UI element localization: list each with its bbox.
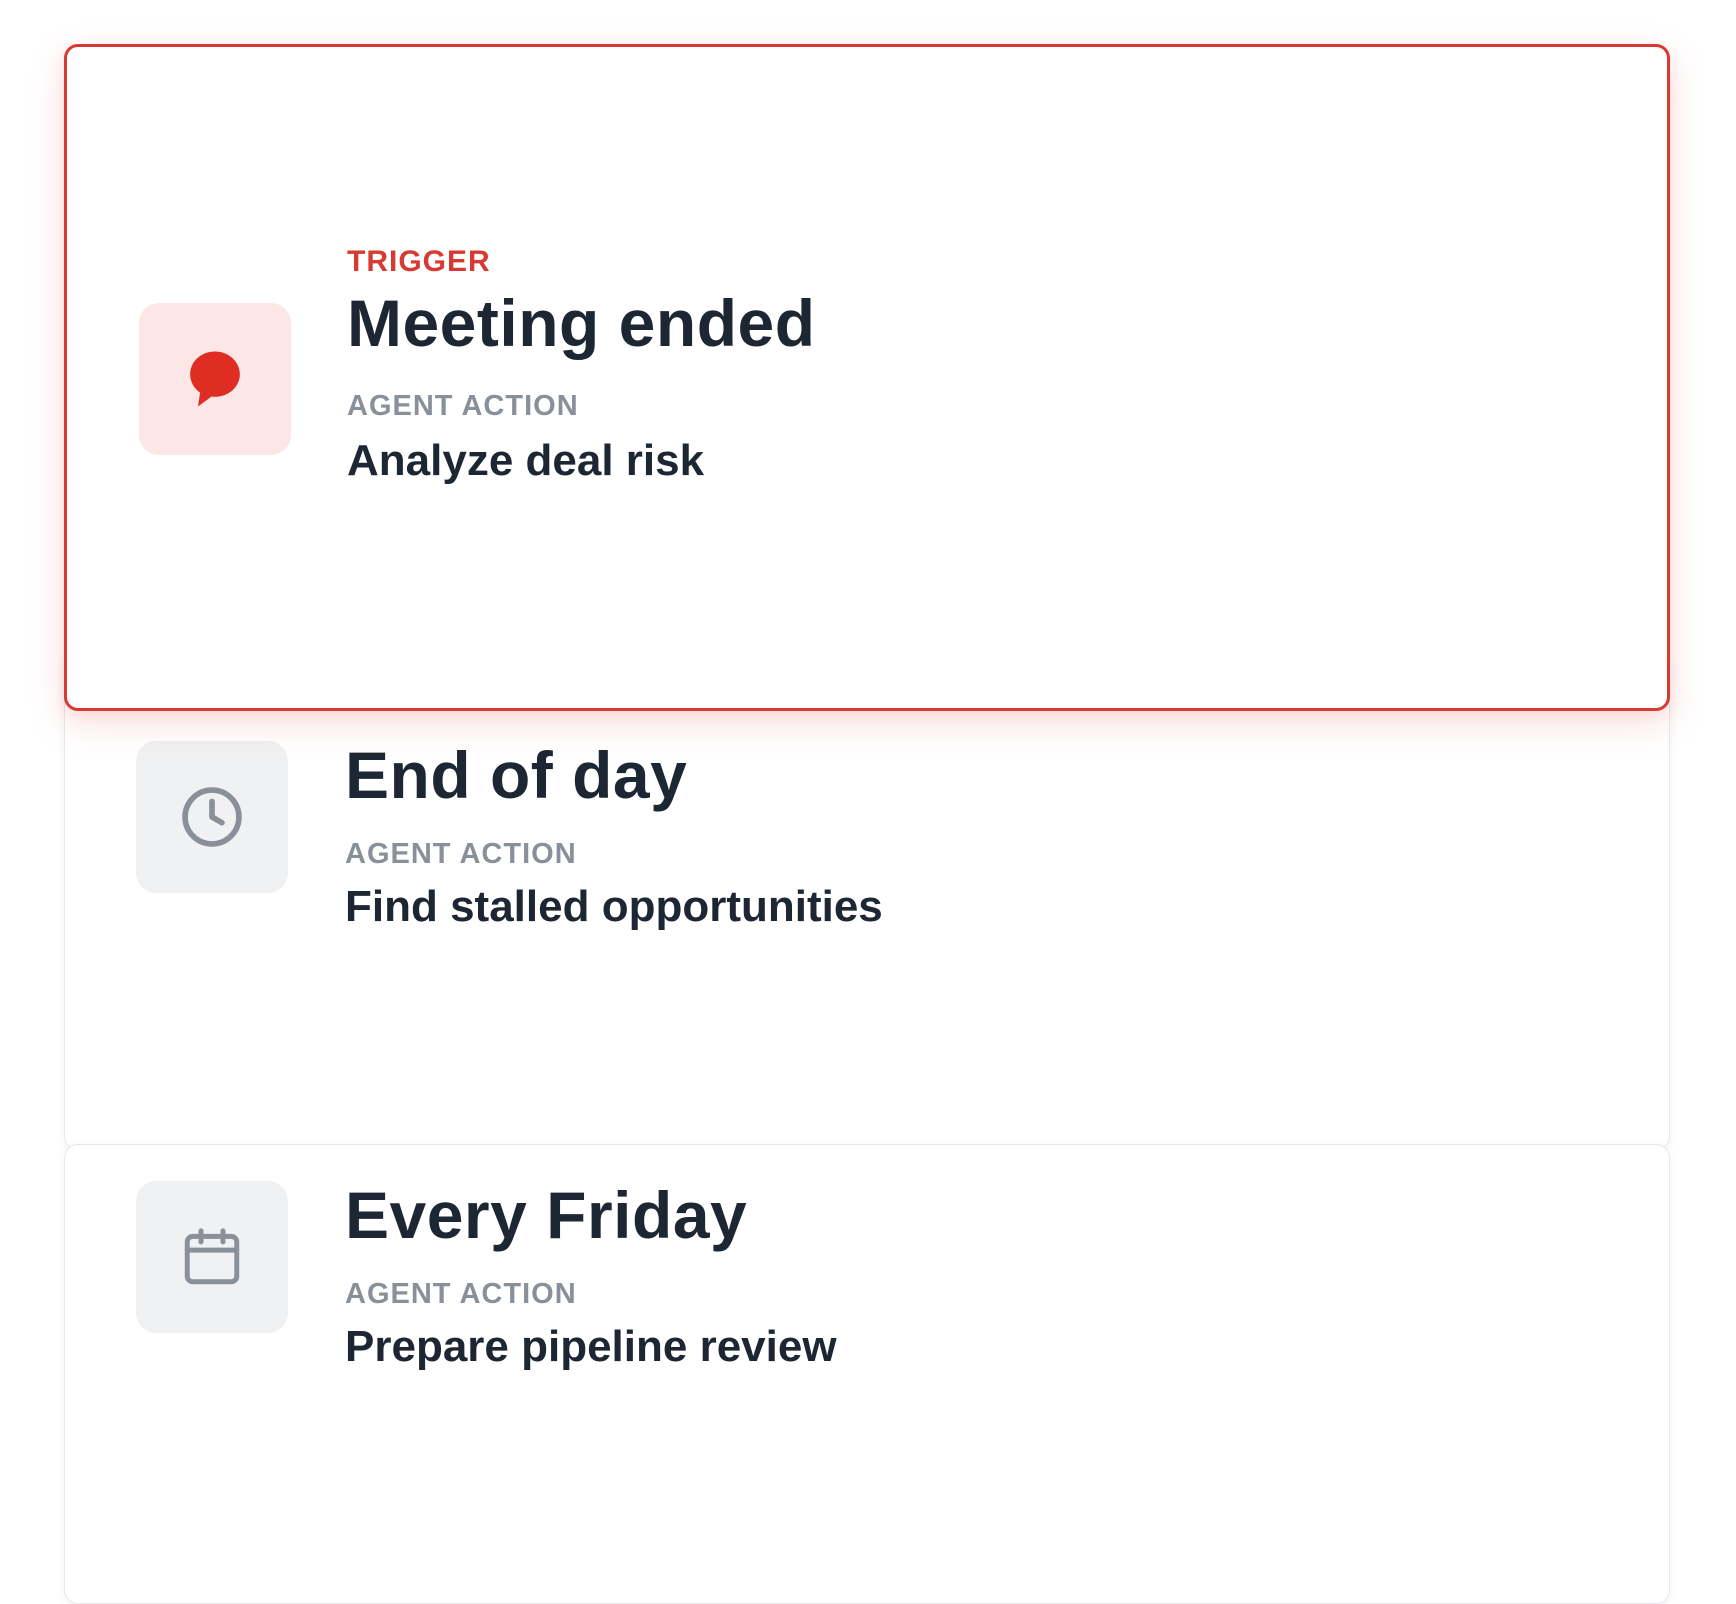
trigger-card-every-friday[interactable]: Every Friday AGENT ACTION Prepare pipeli… [64,1144,1670,1604]
calendar-icon-box [136,1181,288,1333]
agent-action-label: AGENT ACTION [347,390,579,422]
trigger-label: TRIGGER [347,245,491,278]
trigger-content: Every Friday AGENT ACTION Prepare pipeli… [345,1176,837,1374]
trigger-content: End of day AGENT ACTION Find stalled opp… [345,736,883,934]
trigger-title: Every Friday [345,1178,748,1252]
trigger-title: End of day [345,738,688,812]
chat-bubble-icon [190,351,240,407]
agent-action-label: AGENT ACTION [345,1278,577,1310]
trigger-card-end-of-day[interactable]: End of day AGENT ACTION Find stalled opp… [64,650,1670,1150]
agent-action-text: Analyze deal risk [347,436,705,485]
trigger-title: Meeting ended [347,286,816,360]
clock-icon-box [136,741,288,893]
trigger-content: TRIGGER Meeting ended AGENT ACTION Analy… [347,244,816,488]
agent-action-label: AGENT ACTION [345,838,577,870]
agent-action-text: Find stalled opportunities [345,882,883,931]
calendar-icon [184,1228,240,1285]
agent-action-text: Prepare pipeline review [345,1322,837,1371]
clock-icon [182,787,242,847]
trigger-card-meeting-ended[interactable]: TRIGGER Meeting ended AGENT ACTION Analy… [64,44,1670,711]
chat-icon-box [139,303,291,455]
